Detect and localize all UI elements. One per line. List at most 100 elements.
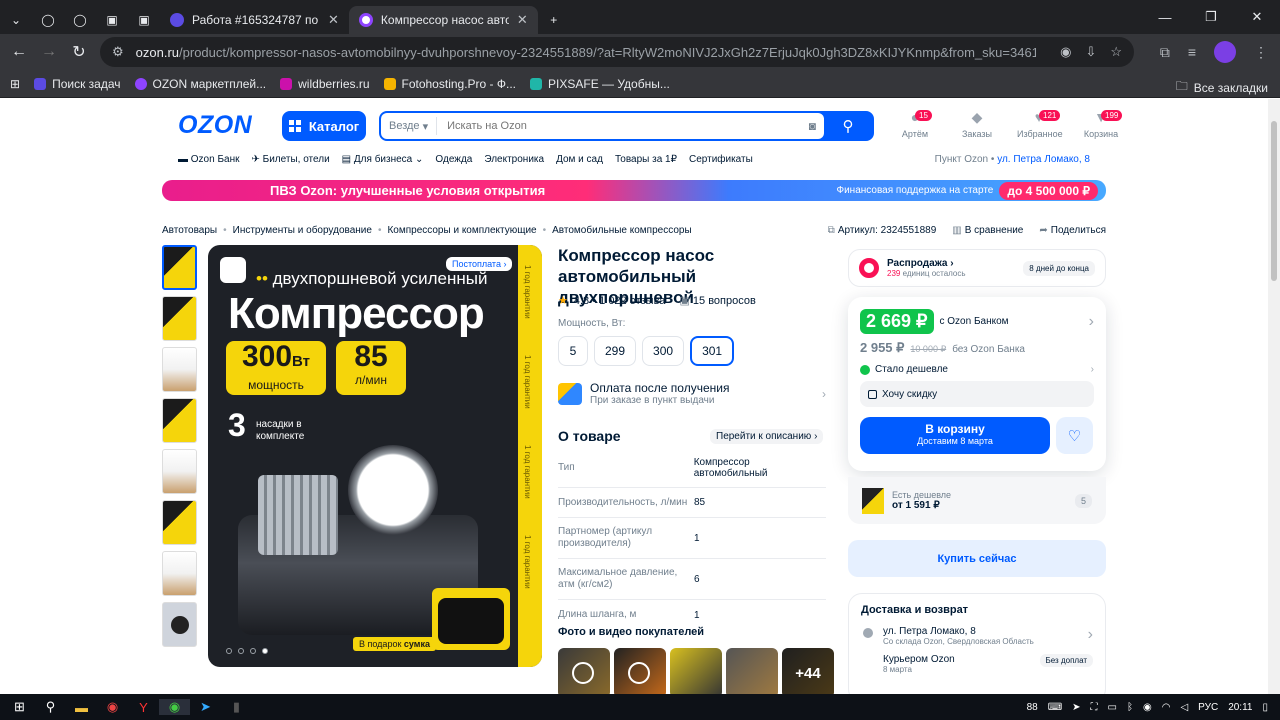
product-main-image[interactable]: 1 год гарантии 1 год гарантии 1 год гара… [208,245,542,667]
close-window-button[interactable]: ✕ [1234,9,1280,25]
site-info-icon[interactable]: ⚙ [112,44,124,60]
bluetooth-icon[interactable]: ᛒ [1127,702,1133,713]
thumbnail[interactable] [162,245,197,290]
ugc-photo[interactable] [726,648,778,694]
go-to-description-link[interactable]: Перейти к описанию › [710,429,824,444]
browser-tab-2[interactable]: ◯ [64,6,96,34]
breadcrumb-item[interactable]: Автотовары [162,225,217,236]
search-scope-select[interactable]: Везде ▾ [381,117,438,135]
nav-tickets[interactable]: ✈ Билеты, отели [251,154,329,165]
nav-clothing[interactable]: Одежда [435,154,472,165]
article-number[interactable]: ⧉ Артикул: 2324551889 [828,225,937,236]
clock[interactable]: 20:11 [1228,702,1252,713]
cheaper-offers[interactable]: Есть дешевле от 1 591 ₽ 5 [848,477,1106,524]
ugc-more[interactable]: +44 [782,648,834,694]
compare-button[interactable]: ▥ В сравнение [952,225,1023,236]
search-button[interactable]: ⚲ [824,113,872,139]
pay-after-receipt[interactable]: Оплата после получения При заказе в пункт… [558,381,826,406]
extensions-icon[interactable]: ⧉ [1160,44,1170,61]
tray-screenshot-icon[interactable]: ⛶ [1091,702,1098,713]
browser-tab-4[interactable]: ▣ [128,6,160,34]
ozon-logo[interactable]: OZON [178,111,252,140]
nav-home[interactable]: Дом и сад [556,154,603,165]
thumbnail[interactable] [162,347,197,392]
bookmark-item[interactable]: Fotohosting.Pro - Ф... [383,77,516,91]
power-option[interactable]: 5 [558,336,588,366]
breadcrumb-item[interactable]: Инструменты и оборудование [233,225,372,236]
yandex-icon[interactable]: Y [128,700,159,715]
tray-88-icon[interactable]: 88 [1027,702,1038,713]
app-icon[interactable]: ▮ [221,699,252,715]
ugc-video[interactable] [614,648,666,694]
volume-icon[interactable]: ◁ [1180,702,1188,713]
video-thumbnail[interactable] [162,602,197,647]
bookmark-item[interactable]: PIXSAFE — Удобны... [530,77,670,91]
nav-1rub[interactable]: Товары за 1₽ [615,154,677,165]
search-icon[interactable]: ⚲ [35,699,66,715]
thumbnail[interactable] [162,398,197,443]
buy-now-button[interactable]: Купить сейчас [848,540,1106,577]
orders-button[interactable]: ◆ Заказы [955,109,999,139]
nav-certificates[interactable]: Сертификаты [689,154,753,165]
nav-ozon-bank[interactable]: ▬ Ozon Банк [178,154,239,165]
search-input[interactable] [447,120,809,132]
forward-button[interactable]: → [34,43,64,61]
back-button[interactable]: ← [4,43,34,61]
menu-icon[interactable]: ⋮ [1254,44,1268,61]
ugc-video[interactable] [558,648,610,694]
sale-banner[interactable]: Распродажа › 239 единиц осталось 8 дней д… [848,249,1106,287]
chrome-icon[interactable]: ◉ [97,699,128,715]
bookmark-item[interactable]: Поиск задач [34,77,121,91]
power-option-selected[interactable]: 301 [690,336,735,366]
breadcrumb-item[interactable]: Автомобильные компрессоры [552,225,692,236]
tab-menu-button[interactable]: ⌄ [0,6,32,34]
maximize-button[interactable]: ❐ [1188,9,1234,25]
close-icon[interactable]: ✕ [328,12,339,28]
file-explorer-icon[interactable]: ▬ [66,700,97,715]
share-button[interactable]: ➦ Поделиться [1039,225,1106,236]
nav-electronics[interactable]: Электроника [484,154,544,165]
promo-banner[interactable]: ПВЗ Ozon: улучшенные условия открытия Фи… [162,180,1106,201]
delivery-courier[interactable]: Курьером Ozon 8 марта Без доплат [861,654,1093,674]
wifi-icon[interactable]: ◠ [1162,702,1171,713]
windows-start-icon[interactable]: ⊞ [4,699,35,715]
power-option[interactable]: 299 [594,336,637,366]
tray-drive-icon[interactable]: ▭ [1108,702,1117,713]
pickup-point[interactable]: Пункт Ozon • ул. Петра Ломако, 8 [935,154,1090,165]
minimize-button[interactable]: — [1142,10,1188,25]
chrome-active-icon[interactable]: ◉ [159,699,190,715]
thumbnail[interactable] [162,551,197,596]
power-option[interactable]: 300 [642,336,685,366]
add-to-cart-button[interactable]: В корзину Доставим 8 марта [860,417,1050,454]
tray-keyboard-icon[interactable]: ⌨ [1048,702,1062,713]
bookmark-item[interactable]: OZON маркетплей... [134,77,266,91]
media-icon[interactable]: ≡ [1188,44,1196,60]
language-indicator[interactable]: РУС [1198,702,1218,713]
browser-tab-active[interactable]: Компрессор насос автомобил ✕ [348,6,538,34]
close-icon[interactable]: ✕ [517,12,528,28]
thumbnail[interactable] [162,500,197,545]
search-photo-icon[interactable] [220,257,246,283]
avatar[interactable] [1214,41,1236,63]
favorites-button[interactable]: ♥121Избранное [1017,109,1063,139]
cart-button[interactable]: ▼199Корзина [1079,109,1123,139]
browser-tab-5[interactable]: Работа #165324787 по заказу ✕ [160,6,349,34]
rating-link[interactable]: 4.8 • 1 022 отзыва [574,295,666,307]
address-bar[interactable]: ⚙ ozon.ru/product/kompressor-nasos-avtom… [100,37,1134,67]
want-discount-button[interactable]: Хочу скидку [860,381,1094,407]
camera-icon[interactable]: ◙ [809,119,816,133]
browser-tab-3[interactable]: ▣ [96,6,128,34]
delivery-pickup[interactable]: ул. Петра Ломако, 8 Со склада Ozon, Сверд… [861,626,1093,646]
notification-icon[interactable]: ▯ [1262,702,1268,713]
questions-link[interactable]: ▣ 15 вопросов [679,294,755,307]
thumbnail[interactable] [162,296,197,341]
thumbnail[interactable] [162,449,197,494]
profile-button[interactable]: ●15Артём [893,109,937,139]
add-to-favorites-button[interactable]: ♡ [1056,417,1093,454]
eye-off-icon[interactable]: ◉ [1060,44,1071,60]
nav-business[interactable]: ▤ Для бизнеса ⌄ [342,154,424,165]
ugc-photo[interactable] [670,648,722,694]
apps-icon[interactable]: ⊞ [10,77,20,91]
browser-tab-1[interactable]: ◯ [32,6,64,34]
catalog-button[interactable]: Каталог [282,111,366,141]
